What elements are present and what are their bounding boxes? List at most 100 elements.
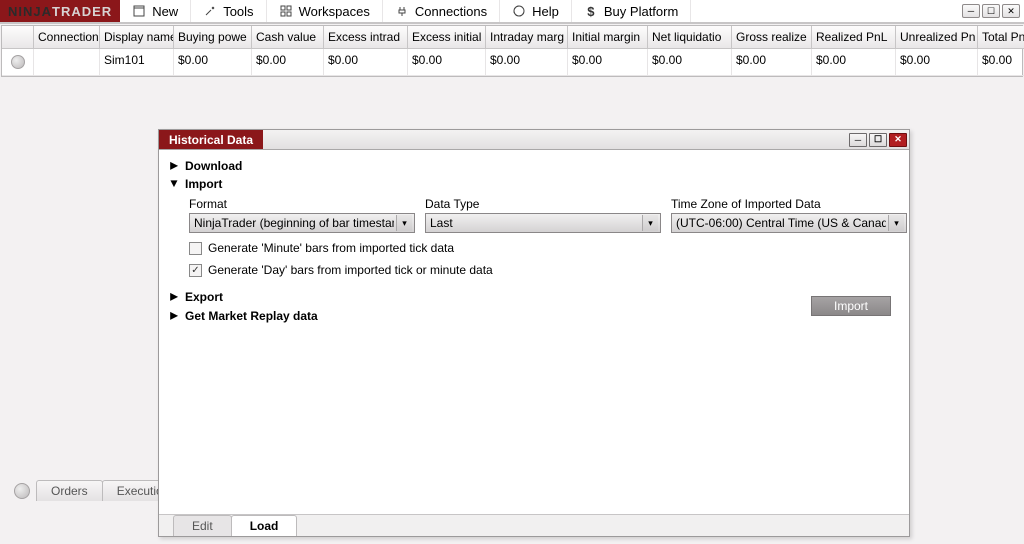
caret-down-icon: ▼ [169,177,179,191]
caret-right-icon: ▶ [169,289,179,304]
dialog-tab-load[interactable]: Load [231,515,298,536]
row-status [2,49,34,76]
row-realized-pnl: $0.00 [812,49,896,76]
col-display-name[interactable]: Display name [100,26,174,49]
menu-help-label: Help [532,4,559,19]
main-area: Connection Display name Buying powe Cash… [0,25,1024,505]
dialog-minimize-button[interactable]: ─ [849,133,867,147]
col-status[interactable] [2,26,34,49]
import-button[interactable]: Import [811,296,891,316]
col-connection[interactable]: Connection [34,26,100,49]
tree-export[interactable]: ▶ Export [169,287,899,306]
help-icon [512,4,526,18]
generate-minute-checkbox[interactable] [189,242,202,255]
format-select[interactable]: NinjaTrader (beginning of bar timestamps… [189,213,415,233]
row-cash-value: $0.00 [252,49,324,76]
datatype-select[interactable]: Last ▾ [425,213,661,233]
dialog-tab-bar: Edit Load [159,514,909,536]
col-realized-pnl[interactable]: Realized PnL [812,26,896,49]
menu-buy-platform[interactable]: $ Buy Platform [572,0,691,22]
caret-right-icon: ▶ [169,158,179,173]
col-unrealized-pnl[interactable]: Unrealized Pn [896,26,978,49]
caret-right-icon: ▶ [169,308,179,323]
datatype-select-value: Last [430,216,453,230]
col-gross-realized[interactable]: Gross realize [732,26,812,49]
dialog-maximize-button[interactable]: ☐ [869,133,887,147]
table-row[interactable]: Sim101 $0.00 $0.00 $0.00 $0.00 $0.00 $0.… [2,49,1022,76]
col-buying-power[interactable]: Buying powe [174,26,252,49]
plug-icon [395,4,409,18]
row-total-pnl: $0.00 [978,49,1024,76]
col-total-pnl[interactable]: Total PnL [978,26,1024,49]
menu-tools-label: Tools [223,4,253,19]
main-minimize-button[interactable]: ─ [962,4,980,18]
menu-new-label: New [152,4,178,19]
row-net-liq: $0.00 [648,49,732,76]
generate-minute-label: Generate 'Minute' bars from imported tic… [208,241,454,255]
menu-workspaces-label: Workspaces [299,4,370,19]
tree-import[interactable]: ▼ Import [169,175,899,193]
generate-day-checkbox[interactable]: ✓ [189,264,202,277]
menu-buy-label: Buy Platform [604,4,678,19]
connection-status-icon [14,483,30,499]
timezone-select-value: (UTC-06:00) Central Time (US & Canada) [676,216,886,230]
tree-download[interactable]: ▶ Download [169,156,899,175]
workspaces-icon [279,4,293,18]
dialog-close-button[interactable]: ✕ [889,133,907,147]
import-panel: Format Data Type Time Zone of Imported D… [189,197,899,277]
col-intraday-margin[interactable]: Intraday marg [486,26,568,49]
menu-connections[interactable]: Connections [383,0,500,22]
row-gross-realized: $0.00 [732,49,812,76]
row-excess-intraday: $0.00 [324,49,408,76]
menu-connections-label: Connections [415,4,487,19]
grid-header-row: Connection Display name Buying powe Cash… [2,26,1022,49]
row-intraday-margin: $0.00 [486,49,568,76]
menubar: NINJATRADER New Tools Workspaces Connect… [0,0,1024,24]
format-select-value: NinjaTrader (beginning of bar timestamps… [194,216,394,230]
tree-export-label: Export [185,290,223,304]
tree-market-replay[interactable]: ▶ Get Market Replay data [169,306,899,325]
dialog-title: Historical Data [159,130,263,149]
tree-download-label: Download [185,159,242,173]
menu-new[interactable]: New [120,0,191,22]
col-initial-margin[interactable]: Initial margin [568,26,648,49]
menu-tools[interactable]: Tools [191,0,266,22]
tab-orders[interactable]: Orders [36,480,103,501]
dialog-body: ▶ Download ▼ Import Format Data Type Tim… [159,150,909,514]
accounts-grid: Connection Display name Buying powe Cash… [1,25,1023,77]
col-excess-intraday[interactable]: Excess intrad [324,26,408,49]
row-connection [34,49,100,76]
generate-day-label: Generate 'Day' bars from imported tick o… [208,263,493,277]
new-window-icon [132,4,146,18]
row-initial-margin: $0.00 [568,49,648,76]
timezone-select[interactable]: (UTC-06:00) Central Time (US & Canada) ▾ [671,213,907,233]
chevron-down-icon: ▾ [396,215,412,231]
brand-logo: NINJATRADER [0,0,120,22]
menu-list: New Tools Workspaces Connections Help [120,0,958,22]
dialog-tab-edit[interactable]: Edit [173,515,232,536]
row-buying-power: $0.00 [174,49,252,76]
chevron-down-icon: ▾ [642,215,658,231]
label-timezone: Time Zone of Imported Data [671,197,909,211]
main-window-controls: ─ ☐ ✕ [958,0,1024,22]
dollar-icon: $ [584,4,598,18]
row-unrealized-pnl: $0.00 [896,49,978,76]
row-excess-initial: $0.00 [408,49,486,76]
historical-data-dialog: Historical Data ─ ☐ ✕ ▶ Download ▼ Impor… [158,129,910,537]
row-display-name: Sim101 [100,49,174,76]
tree-import-label: Import [185,177,222,191]
col-net-liq[interactable]: Net liquidatio [648,26,732,49]
menu-workspaces[interactable]: Workspaces [267,0,383,22]
brand-text-1: NINJA [8,4,52,19]
menu-help[interactable]: Help [500,0,572,22]
chevron-down-icon: ▾ [888,215,904,231]
status-dot-icon [11,55,25,69]
tools-icon [203,4,217,18]
main-close-button[interactable]: ✕ [1002,4,1020,18]
main-maximize-button[interactable]: ☐ [982,4,1000,18]
col-cash-value[interactable]: Cash value [252,26,324,49]
dialog-titlebar[interactable]: Historical Data ─ ☐ ✕ [159,130,909,150]
label-format: Format [189,197,425,211]
import-button-label: Import [834,299,868,313]
col-excess-initial[interactable]: Excess initial [408,26,486,49]
